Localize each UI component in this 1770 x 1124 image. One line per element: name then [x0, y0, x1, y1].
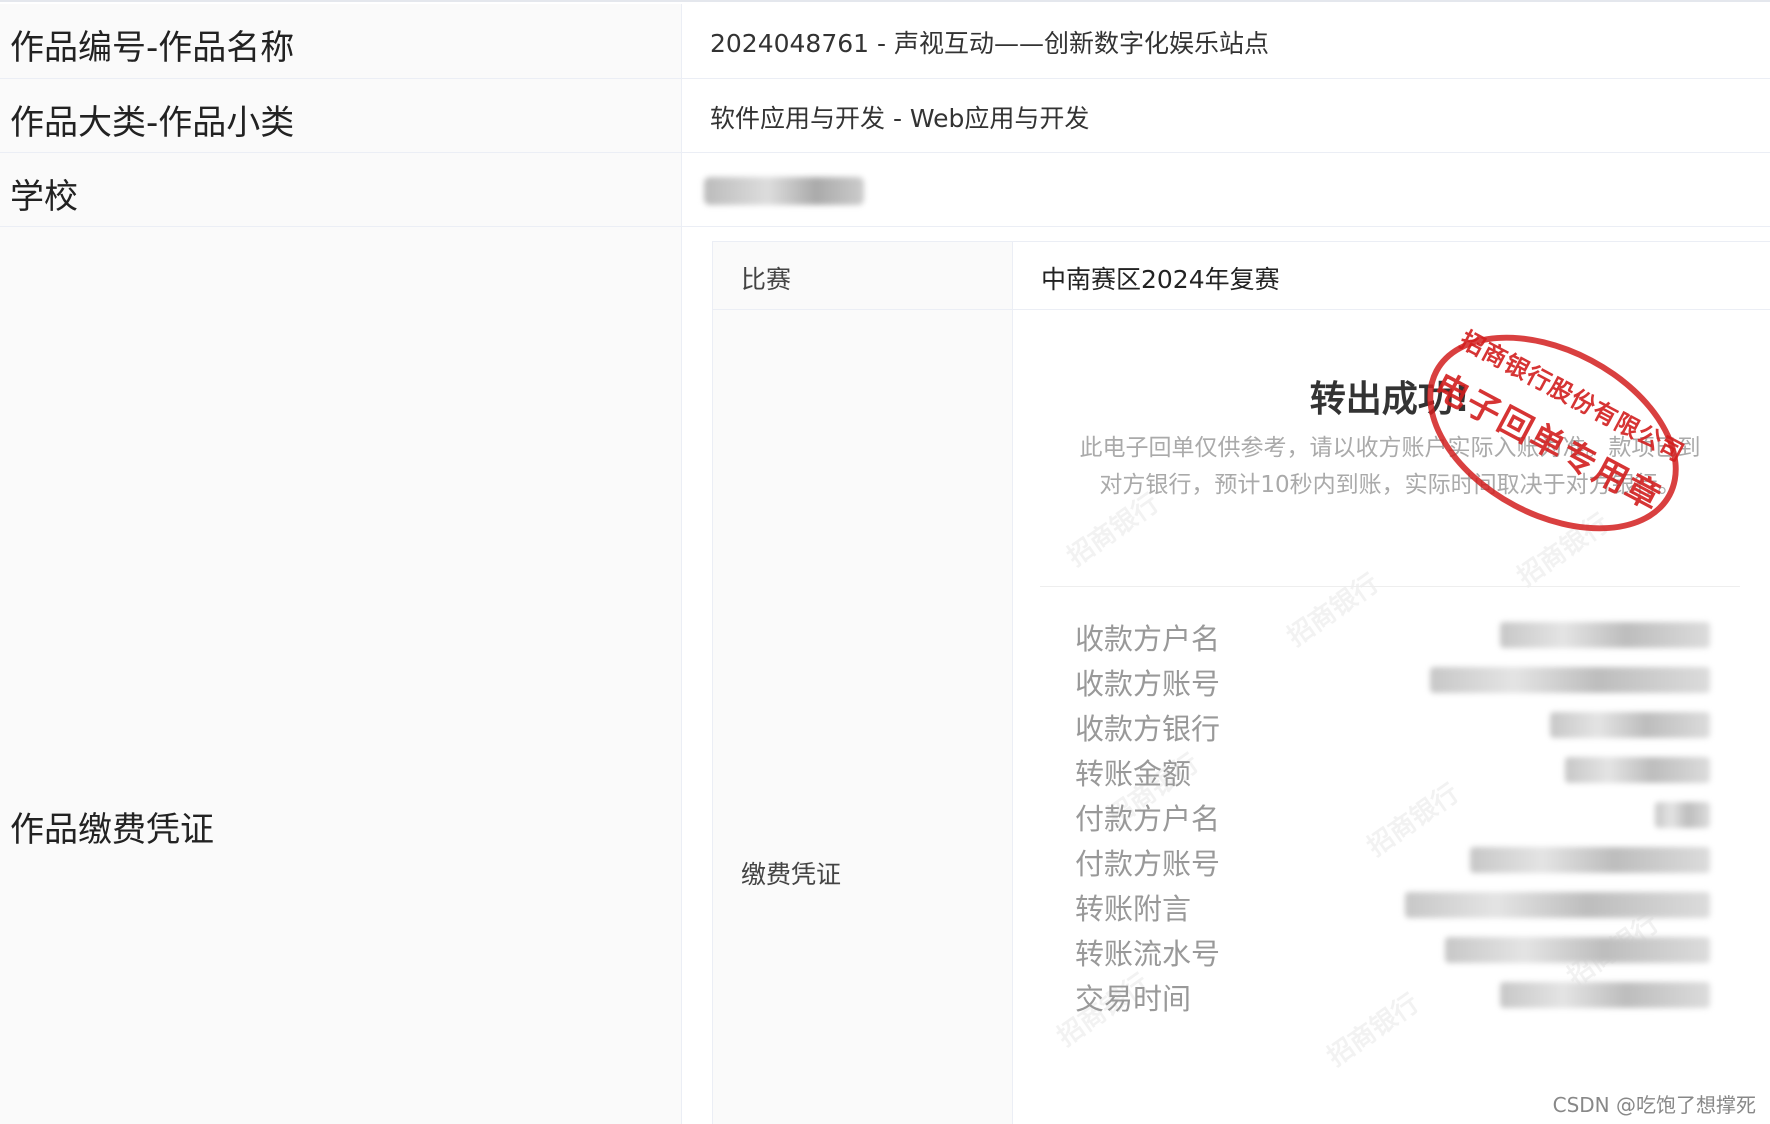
- label-contest: 比赛: [741, 265, 792, 294]
- field-label: 付款方户名: [1075, 802, 1221, 836]
- school-redacted-value: [704, 177, 864, 205]
- inner-label-cell: 缴费凭证: [713, 310, 1013, 1124]
- label-voucher: 缴费凭证: [741, 860, 842, 889]
- redacted-value: [1470, 847, 1710, 873]
- label-category: 作品大类-作品小类: [10, 103, 295, 143]
- field-label: 转账流水号: [1075, 937, 1221, 971]
- value-category: 软件应用与开发 - Web应用与开发: [710, 104, 1090, 133]
- inner-value-cell: 中南赛区2024年复赛: [1013, 242, 1770, 310]
- value-cell: 软件应用与开发 - Web应用与开发: [682, 79, 1770, 152]
- redacted-value: [1430, 667, 1710, 693]
- field-label: 转账附言: [1075, 892, 1192, 926]
- label-cell: 学校: [0, 153, 682, 226]
- table-row-category: 作品大类-作品小类 软件应用与开发 - Web应用与开发: [0, 79, 1770, 153]
- field-label: 交易时间: [1075, 982, 1192, 1016]
- field-label: 转账金额: [1075, 757, 1192, 791]
- label-school: 学校: [10, 177, 78, 217]
- redacted-value: [1445, 937, 1710, 963]
- label-cell: 作品大类-作品小类: [0, 79, 682, 152]
- table-row-work-id: 作品编号-作品名称 2024048761 - 声视互动——创新数字化娱乐站点: [0, 4, 1770, 79]
- redacted-value: [1550, 712, 1710, 738]
- value-cell: 2024048761 - 声视互动——创新数字化娱乐站点: [682, 4, 1770, 78]
- watermark: 招商银行: [1322, 988, 1425, 1073]
- field-label: 收款方账号: [1075, 667, 1221, 701]
- inner-label-cell: 比赛: [713, 242, 1013, 310]
- source-watermark: CSDN @吃饱了想撑死: [1552, 1093, 1756, 1117]
- value-contest: 中南赛区2024年复赛: [1041, 265, 1280, 294]
- watermark: 招商银行: [1362, 778, 1465, 863]
- value-cell: [682, 153, 1770, 226]
- redacted-value: [1500, 622, 1710, 648]
- field-label: 收款方银行: [1075, 712, 1221, 746]
- label-work-id-name: 作品编号-作品名称: [10, 28, 295, 68]
- field-label: 收款方户名: [1075, 622, 1221, 656]
- label-payment-voucher: 作品缴费凭证: [10, 810, 214, 850]
- value-work-id-name: 2024048761 - 声视互动——创新数字化娱乐站点: [710, 29, 1269, 58]
- field-label: 付款方账号: [1075, 847, 1221, 881]
- label-cell: 作品编号-作品名称: [0, 4, 682, 78]
- receipt-divider: [1040, 586, 1740, 587]
- table-row-school: 学校: [0, 153, 1770, 227]
- redacted-value: [1565, 757, 1710, 783]
- redacted-value: [1500, 982, 1710, 1008]
- redacted-value: [1405, 892, 1710, 918]
- label-cell: 作品缴费凭证: [0, 227, 682, 1124]
- watermark: 招商银行: [1282, 568, 1385, 653]
- redacted-value: [1655, 802, 1710, 828]
